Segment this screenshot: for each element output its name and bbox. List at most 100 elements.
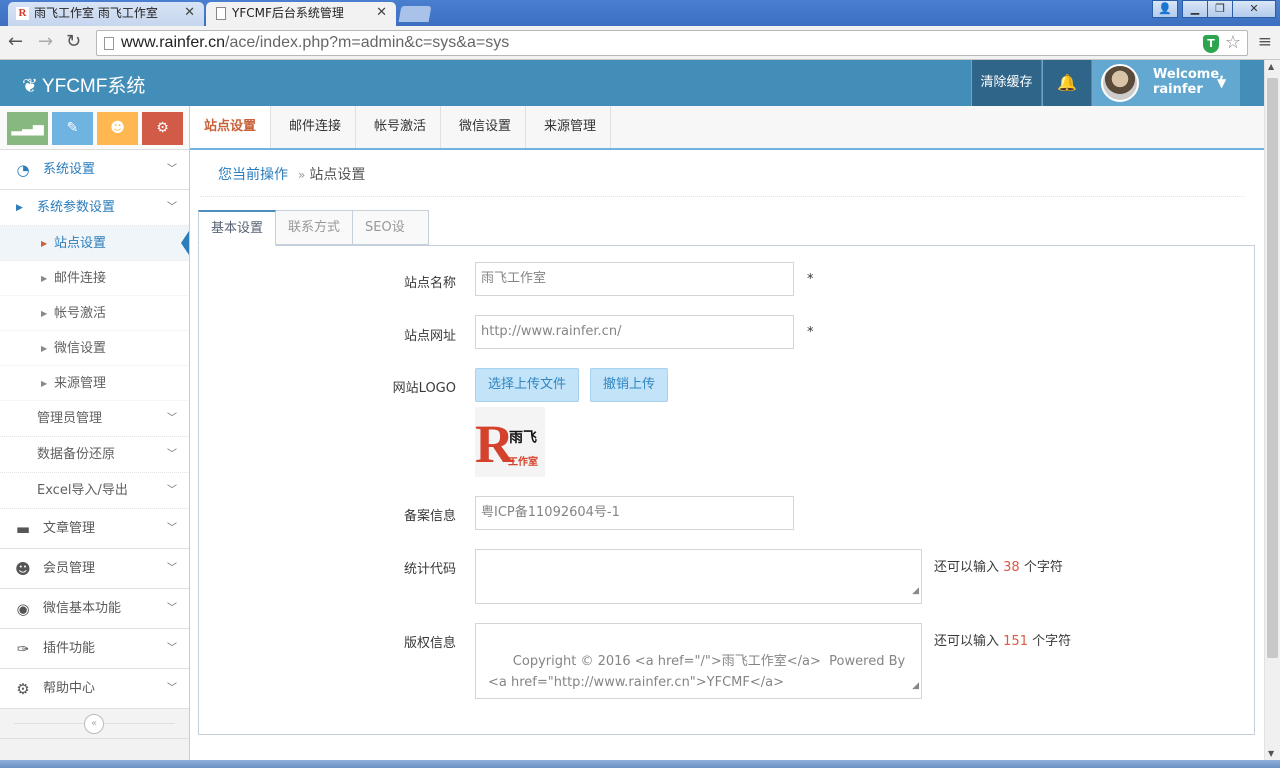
- brand-logo[interactable]: ❦ YFCMF系统: [22, 71, 145, 98]
- shield-icon[interactable]: T: [1203, 35, 1219, 53]
- caret-right-icon: ▶: [41, 239, 48, 248]
- sidebar-leaf-label: 帐号激活: [54, 306, 107, 321]
- minimize-icon[interactable]: ▁: [1182, 0, 1208, 18]
- sidebar-item-label: 微信基本功能: [43, 601, 122, 616]
- tab-activation[interactable]: 帐号激活: [360, 106, 442, 148]
- close-tab-icon[interactable]: ✕: [376, 2, 387, 24]
- sidebar-leaf-source[interactable]: ▶ 来源管理: [0, 366, 189, 401]
- stats-code-label: 统计代码: [403, 562, 456, 577]
- sidebar-item-system-settings[interactable]: ◔ 系统设置 ﹀: [0, 150, 189, 190]
- tab-basic[interactable]: 基本设置: [198, 210, 276, 246]
- sidebar-item-label: 系统设置: [43, 162, 96, 177]
- sidebar-leaf-mail[interactable]: ▶ 邮件连接: [0, 261, 189, 296]
- sidebar-leaf-site-settings[interactable]: ▶ 站点设置: [0, 226, 189, 261]
- page-scrollbar[interactable]: ▲ ▼: [1264, 60, 1280, 760]
- required-mark: *: [807, 272, 814, 287]
- window-close-icon[interactable]: ✕: [1232, 0, 1276, 18]
- resize-grip-icon[interactable]: ◢: [912, 676, 919, 697]
- caret-right-icon: ▶: [41, 379, 48, 388]
- sidebar-leaf-activation[interactable]: ▶ 帐号激活: [0, 296, 189, 331]
- choose-upload-button[interactable]: 选择上传文件: [475, 368, 580, 402]
- sidebar-item-articles[interactable]: ▬ 文章管理 ﹀: [0, 509, 189, 549]
- icp-input[interactable]: 粤ICP备11092604号-1: [475, 496, 794, 530]
- cogs-shortcut-icon[interactable]: ⚙: [142, 112, 183, 145]
- sidebar-sub-label: 系统参数设置: [37, 200, 116, 215]
- hint-suffix: 个字符: [1032, 634, 1072, 649]
- cancel-upload-button[interactable]: 撤销上传: [590, 368, 669, 402]
- scroll-up-icon[interactable]: ▲: [1268, 62, 1274, 71]
- sidebar-sub-system-params[interactable]: ▶ 系统参数设置 ﹀: [0, 190, 189, 226]
- tab-wechat[interactable]: 微信设置: [445, 106, 527, 148]
- sidebar-sub-label: Excel导入/导出: [37, 483, 128, 498]
- breadcrumb: 您当前操作 » 站点设置: [218, 164, 365, 184]
- back-icon[interactable]: ←: [8, 31, 23, 52]
- chevron-down-icon: ﹀: [167, 683, 177, 694]
- stats-code-textarea[interactable]: ◢: [475, 549, 922, 604]
- chevron-down-icon: ﹀: [167, 523, 177, 534]
- sidebar-sub-admin[interactable]: 管理员管理 ﹀: [0, 401, 189, 437]
- tab-site-settings[interactable]: 站点设置: [190, 106, 272, 148]
- site-name-input[interactable]: 雨飞工作室: [475, 262, 794, 296]
- sidebar-sub-excel[interactable]: Excel导入/导出 ﹀: [0, 473, 189, 509]
- chevron-down-icon: ﹀: [167, 603, 177, 614]
- shortcut-buttons: ▂▃▅ ✎ ☻ ⚙: [0, 106, 189, 150]
- tab-seo[interactable]: SEO设置: [352, 210, 429, 268]
- forward-icon[interactable]: →: [38, 31, 53, 52]
- breadcrumb-link[interactable]: 您当前操作: [218, 167, 288, 183]
- browser-menu-icon[interactable]: ≡: [1258, 32, 1272, 52]
- stats-remaining-count: 38: [1003, 560, 1020, 575]
- brand-title: YFCMF系统: [41, 76, 146, 97]
- sidebar-item-help[interactable]: ⚙ 帮助中心 ﹀: [0, 669, 189, 709]
- tab-contact[interactable]: 联系方式: [275, 210, 353, 245]
- browser-tab-title: 雨飞工作室 雨飞工作室: [34, 6, 158, 20]
- restore-icon[interactable]: ❐: [1207, 0, 1233, 18]
- os-taskbar: [0, 760, 1280, 768]
- sidebar-item-plugins[interactable]: ✑ 插件功能 ﹀: [0, 629, 189, 669]
- bell-icon[interactable]: 🔔: [1042, 60, 1091, 106]
- wechat-icon: ◉: [16, 600, 30, 618]
- favicon-icon: R: [16, 7, 29, 20]
- main-content: 站点设置 邮件连接 帐号激活 微信设置 来源管理 您当前操作» 站点设置 基本设置…: [190, 106, 1264, 760]
- copyright-textarea[interactable]: Copyright © 2016 <a href="/">雨飞工作室</a> P…: [475, 623, 922, 699]
- browser-tab-active[interactable]: YFCMF后台系统管理 ✕: [206, 2, 396, 26]
- sidebar-item-label: 文章管理: [43, 521, 96, 536]
- users-icon: ☻: [15, 560, 31, 578]
- resize-grip-icon[interactable]: ◢: [912, 581, 919, 602]
- scrollbar-thumb[interactable]: [1267, 78, 1278, 658]
- sidebar-leaf-label: 来源管理: [54, 376, 107, 391]
- icp-label: 备案信息: [403, 509, 456, 524]
- leaf-icon: ❦: [22, 76, 38, 97]
- user-icon[interactable]: 👤: [1152, 0, 1178, 18]
- site-url-input[interactable]: http://www.rainfer.cn/: [475, 315, 794, 349]
- scroll-down-icon[interactable]: ▼: [1268, 749, 1274, 758]
- sidebar-item-label: 会员管理: [43, 561, 96, 576]
- clear-cache-button[interactable]: 清除缓存: [971, 60, 1041, 106]
- hint-suffix: 个字符: [1023, 560, 1063, 575]
- pencil-icon[interactable]: ✎: [52, 112, 93, 145]
- group-icon[interactable]: ☻: [97, 112, 138, 145]
- reload-icon[interactable]: ↻: [66, 31, 81, 52]
- tab-source[interactable]: 来源管理: [530, 106, 612, 148]
- logo-text: 雨飞: [509, 430, 537, 446]
- sidebar-sub-backup[interactable]: 数据备份还原 ﹀: [0, 437, 189, 473]
- user-menu[interactable]: Welcome, rainfer ▼: [1092, 60, 1240, 106]
- hint-prefix: 还可以输入: [934, 634, 1000, 649]
- new-tab-button[interactable]: [398, 6, 432, 22]
- double-left-icon[interactable]: «: [84, 714, 104, 734]
- sidebar-sub-label: 管理员管理: [37, 411, 103, 426]
- url-text: www.rainfer.cn/ace/index.php?m=admin&c=s…: [121, 34, 509, 52]
- sidebar-item-wechat[interactable]: ◉ 微信基本功能 ﹀: [0, 589, 189, 629]
- browser-tab[interactable]: R 雨飞工作室 雨飞工作室 ✕: [8, 2, 204, 26]
- sidebar-item-members[interactable]: ☻ 会员管理 ﹀: [0, 549, 189, 589]
- copyright-remaining-count: 151: [1003, 634, 1028, 649]
- signal-icon[interactable]: ▂▃▅: [7, 112, 48, 145]
- tab-mail[interactable]: 邮件连接: [275, 106, 357, 148]
- dashboard-icon: ◔: [16, 161, 30, 179]
- caret-right-icon: ▶: [41, 344, 48, 353]
- copyright-label: 版权信息: [403, 636, 456, 651]
- close-tab-icon[interactable]: ✕: [184, 2, 195, 24]
- bookmark-star-icon[interactable]: ☆: [1225, 32, 1241, 53]
- chevron-down-icon: ﹀: [167, 485, 177, 496]
- sidebar-leaf-wechat[interactable]: ▶ 微信设置: [0, 331, 189, 366]
- url-bar[interactable]: www.rainfer.cn/ace/index.php?m=admin&c=s…: [96, 30, 1248, 56]
